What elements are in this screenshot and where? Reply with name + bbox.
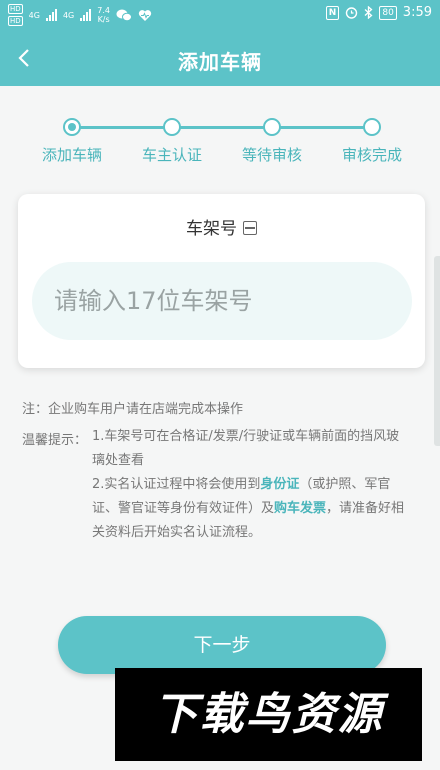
tips-label: 温馨提示： bbox=[22, 433, 88, 448]
tip-vin-location: 1.车架号可在合格证/发票/行驶证或车辆前面的挡风玻璃处查看 bbox=[92, 429, 400, 468]
signal-icon bbox=[80, 9, 92, 21]
side-handle[interactable] bbox=[434, 256, 440, 446]
step-label-review-complete: 审核完成 bbox=[341, 146, 402, 164]
network-type: 4G bbox=[28, 10, 40, 20]
status-bar: HD HD 4G 4G 7.4 K/s N 80 3:59 bbox=[0, 0, 440, 30]
heart-icon bbox=[138, 9, 152, 21]
hd-badges: HD HD bbox=[8, 4, 23, 26]
hd-badge: HD bbox=[8, 4, 23, 14]
wechat-icon bbox=[116, 9, 132, 22]
network-speed: 7.4 K/s bbox=[97, 6, 110, 24]
step-dot-owner-auth bbox=[163, 118, 181, 136]
status-left: HD HD 4G 4G 7.4 K/s bbox=[8, 4, 152, 26]
step-label-pending-review: 等待审核 bbox=[241, 146, 302, 164]
network-type: 4G bbox=[62, 10, 75, 20]
next-step-button[interactable]: 下一步 bbox=[58, 616, 386, 674]
step-dot-pending-review bbox=[263, 118, 281, 136]
highlight-purchase-invoice: 购车发票 bbox=[274, 501, 327, 516]
bluetooth-icon bbox=[364, 6, 373, 19]
vin-input[interactable] bbox=[32, 262, 412, 340]
signal-icon bbox=[45, 9, 57, 21]
scan-icon[interactable] bbox=[243, 221, 257, 235]
tip-documents: 2.实名认证过程中将会使用到身份证（或护照、军官证、警官证等身份有效证件）及购车… bbox=[92, 473, 412, 545]
nav-bar: 添加车辆 bbox=[0, 30, 440, 86]
alarm-icon bbox=[346, 7, 358, 19]
hd-badge: HD bbox=[8, 16, 23, 26]
enterprise-note: 注：企业购车用户请在店端完成本操作 bbox=[22, 402, 244, 417]
speed-value: 7.4 bbox=[97, 6, 110, 15]
stepper-line bbox=[80, 126, 372, 129]
step-label-owner-auth: 车主认证 bbox=[141, 146, 202, 164]
tip-text: 2.实名认证过程中将会使用到 bbox=[92, 477, 261, 492]
watermark-logo: 下载鸟资源 bbox=[115, 668, 422, 761]
battery-icon: 80 bbox=[379, 5, 397, 20]
vin-label-row: 车架号 bbox=[18, 214, 425, 239]
step-dot-review-complete bbox=[363, 118, 381, 136]
highlight-id-card: 身份证 bbox=[260, 477, 300, 492]
vin-label: 车架号 bbox=[186, 219, 237, 239]
clock: 3:59 bbox=[402, 5, 432, 20]
step-dot-add-vehicle bbox=[63, 118, 81, 136]
vin-card: 车架号 bbox=[18, 194, 425, 368]
page-title: 添加车辆 bbox=[178, 50, 262, 74]
step-label-add-vehicle: 添加车辆 bbox=[41, 146, 102, 164]
nfc-icon: N bbox=[325, 5, 340, 20]
progress-stepper: 添加车辆 车主认证 等待审核 审核完成 bbox=[0, 114, 440, 174]
status-right: N 80 3:59 bbox=[325, 5, 432, 20]
speed-unit: K/s bbox=[97, 15, 110, 24]
